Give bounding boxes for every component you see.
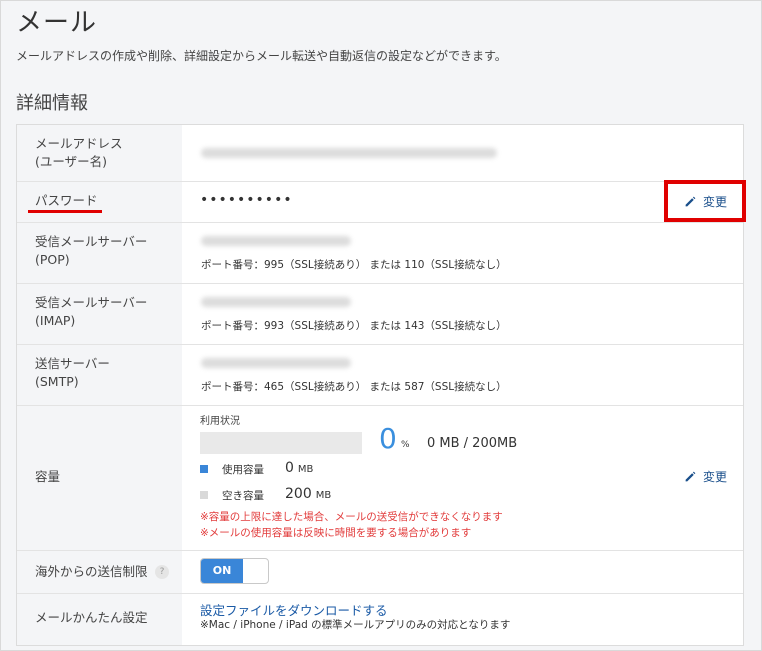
easy-setup-note: ※Mac / iPhone / iPad の標準メールアプリのみの対応となります [200, 619, 511, 631]
row-label-cell: メールアドレス (ユーザー名) [17, 125, 182, 181]
row-label-cell: 送信サーバー (SMTP) [17, 345, 182, 405]
row-email: メールアドレス (ユーザー名) [17, 125, 743, 182]
capacity-edit-label: 変更 [703, 470, 728, 484]
pencil-icon [685, 471, 696, 482]
smtp-label-line1: 送信サーバー [35, 356, 110, 371]
free-value-wrap: 200 MB [285, 486, 331, 502]
smtp-ports: ポート番号：465（SSL接続あり） または 587（SSL接続なし） [201, 381, 507, 393]
free-unit: MB [315, 490, 332, 501]
pop-label-line1: 受信メールサーバー [35, 234, 148, 249]
row-overseas: 海外からの送信制限 [17, 551, 743, 594]
used-value: 0 [285, 460, 294, 476]
used-label: 使用容量 [222, 464, 264, 476]
overseas-label: 海外からの送信制限 [35, 564, 148, 579]
details-panel: メールアドレス (ユーザー名) パスワード 受信メールサーバー (POP) ポー… [16, 124, 744, 646]
row-label-cell: 受信メールサーバー (IMAP) [17, 284, 182, 344]
help-icon[interactable]: ? [155, 565, 169, 579]
capacity-warning-2: ※メールの使用容量は反映に時間を要する場合があります [200, 527, 472, 539]
imap-ports: ポート番号：993（SSL接続あり） または 143（SSL接続なし） [201, 320, 507, 332]
smtp-label-line2: (SMTP) [35, 374, 79, 389]
row-label-cell: メールかんたん設定 [17, 594, 182, 645]
free-label: 空き容量 [222, 490, 264, 502]
used-unit: MB [297, 464, 314, 475]
pop-label-line2: (POP) [35, 252, 70, 267]
pop-server-redacted [201, 236, 351, 246]
email-value-redacted [201, 148, 497, 158]
capacity-warning-1: ※容量の上限に達した場合、メールの送受信ができなくなります [200, 511, 503, 523]
row-label-cell: 受信メールサーバー (POP) [17, 223, 182, 283]
password-value: •••••••••• [200, 192, 293, 208]
easy-setup-label: メールかんたん設定 [35, 610, 148, 625]
row-imap: 受信メールサーバー (IMAP) ポート番号：993（SSL接続あり） または … [17, 284, 743, 345]
usage-title: 利用状況 [200, 416, 240, 427]
free-legend-swatch [200, 491, 208, 499]
capacity-label: 容量 [35, 469, 61, 484]
used-legend-swatch [200, 465, 208, 473]
percent-unit: % [401, 440, 410, 450]
smtp-server-redacted [201, 358, 351, 368]
usage-percent: 0 [379, 422, 397, 455]
section-title: 詳細情報 [16, 93, 88, 114]
imap-label-line2: (IMAP) [35, 313, 76, 328]
email-label-line1: メールアドレス [35, 136, 123, 151]
highlight-box [664, 180, 746, 222]
row-label-cell: 容量 [17, 406, 182, 550]
used-value-wrap: 0 MB [285, 460, 313, 476]
imap-server-redacted [201, 297, 351, 307]
highlight-underline [28, 210, 102, 213]
email-label-line2: (ユーザー名) [35, 154, 108, 169]
pop-ports: ポート番号：995（SSL接続あり） または 110（SSL接続なし） [201, 259, 507, 271]
row-smtp: 送信サーバー (SMTP) ポート番号：465（SSL接続あり） または 587… [17, 345, 743, 406]
page-title: メール [16, 8, 98, 38]
usage-text: 0 MB / 200MB [427, 436, 518, 451]
toggle-on-label: ON [201, 559, 243, 583]
row-password: パスワード [17, 182, 743, 223]
row-label-cell: パスワード [17, 182, 182, 222]
overseas-toggle[interactable]: ON [200, 558, 269, 584]
imap-label-line1: 受信メールサーバー [35, 295, 148, 310]
usage-bar [200, 432, 362, 454]
free-value: 200 [285, 486, 312, 502]
page-description: メールアドレスの作成や削除、詳細設定からメール転送や自動返信の設定などができます… [16, 49, 507, 63]
row-pop: 受信メールサーバー (POP) ポート番号：995（SSL接続あり） または 1… [17, 223, 743, 284]
password-label: パスワード [35, 193, 98, 208]
capacity-edit-button[interactable]: 変更 [684, 468, 727, 485]
